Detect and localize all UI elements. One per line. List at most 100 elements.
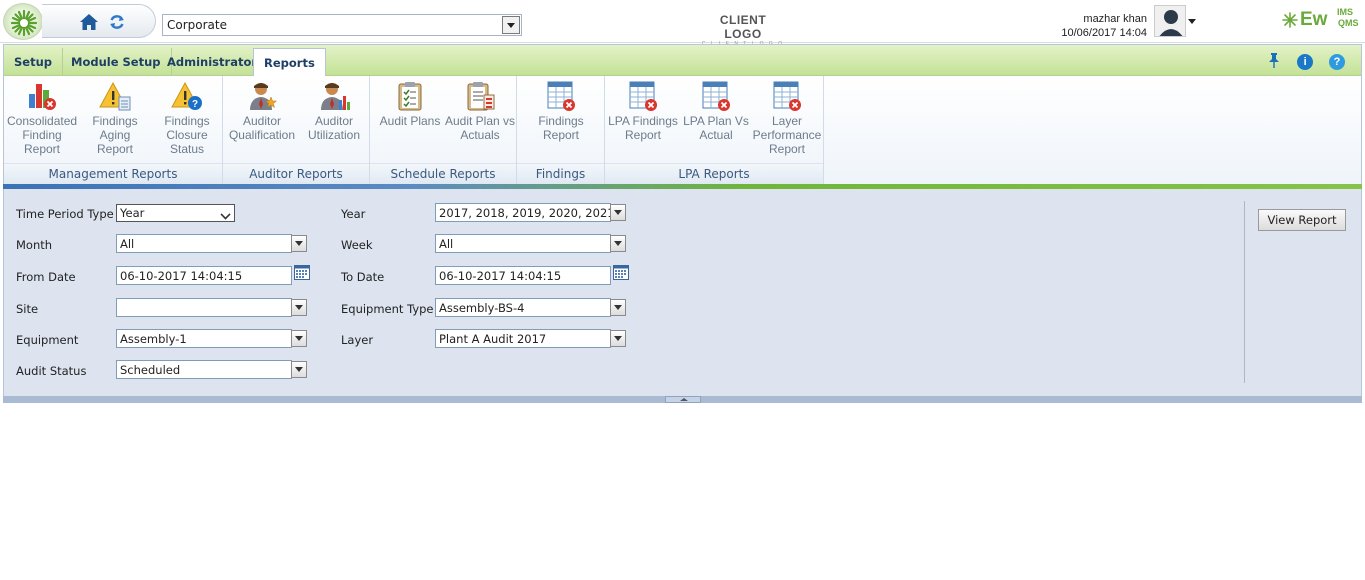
from-date-input[interactable]: 06-10-2017 14:04:15 <box>116 266 292 285</box>
tab-bar-icons: i ? <box>1255 52 1345 71</box>
chevron-down-icon[interactable] <box>502 16 520 34</box>
layer-performance-report-button[interactable]: Layer Performance Report <box>751 80 823 156</box>
grid-report-icon <box>702 81 730 111</box>
group-schedule-reports: Audit Plans Audit Plan vs Actuals Schedu… <box>370 76 517 185</box>
tab-bar: Setup Module Setup Administrator Reports… <box>4 45 1361 77</box>
week-value: All <box>439 237 454 251</box>
client-logo-text: CLIENT LOGO <box>719 13 767 41</box>
tab-reports[interactable]: Reports <box>253 48 326 77</box>
info-icon[interactable]: i <box>1297 53 1314 70</box>
plan-vs-actuals-label-1: Audit Plan vs <box>444 114 516 128</box>
from-date-value: 06-10-2017 14:04:15 <box>120 269 243 283</box>
auditor-utilization-button[interactable]: Auditor Utilization <box>299 80 369 142</box>
aging-label-1: Findings <box>92 114 138 128</box>
group-label-lpa-reports: LPA Reports <box>605 163 823 185</box>
view-report-button[interactable]: View Report <box>1258 209 1346 231</box>
month-dropdown-icon[interactable] <box>291 235 307 252</box>
audit-status-field[interactable]: Scheduled <box>116 360 292 379</box>
lpa-plan-vs-actual-button[interactable]: LPA Plan Vs Actual <box>681 80 751 142</box>
tab-module-setup[interactable]: Module Setup <box>61 48 172 76</box>
pin-icon[interactable] <box>1267 52 1281 71</box>
layer-field[interactable]: Plant A Audit 2017 <box>435 329 611 348</box>
calendar-icon[interactable] <box>613 265 629 280</box>
closure-label-3: Status <box>169 142 205 156</box>
layer-perf-label-1: Layer <box>771 114 803 128</box>
svg-text:?: ? <box>192 99 198 110</box>
user-name: mazhar khan <box>1083 13 1147 25</box>
group-label-schedule-reports: Schedule Reports <box>370 163 516 185</box>
audit-status-dropdown-icon[interactable] <box>291 361 307 378</box>
calendar-icon[interactable] <box>294 265 310 280</box>
equipment-type-field[interactable]: Assembly-BS-4 <box>435 298 611 317</box>
grid-report-icon <box>629 81 657 111</box>
layer-value: Plant A Audit 2017 <box>439 332 547 346</box>
group-label-management-reports: Management Reports <box>4 163 222 185</box>
equipment-field[interactable]: Assembly-1 <box>116 329 292 348</box>
consolidated-finding-report-button[interactable]: Consolidated Finding Report <box>7 80 77 156</box>
lpa-plan-label-2: Actual <box>699 128 733 142</box>
equipment-type-dropdown-icon[interactable] <box>610 299 626 316</box>
qualification-label-1: Auditor <box>242 114 282 128</box>
site-dropdown-icon[interactable] <box>291 299 307 316</box>
year-field[interactable]: 2017, 2018, 2019, 2020, 2021, <box>435 203 611 222</box>
auditor-qualification-button[interactable]: Auditor Qualification <box>227 80 297 142</box>
site-field[interactable] <box>116 298 292 317</box>
findings-report-button[interactable]: Findings Report <box>519 80 603 142</box>
top-bar: Corporate CLIENT LOGO C L I E N T L O G … <box>0 0 1365 47</box>
clipboard-report-icon <box>467 82 495 111</box>
brand-flower-icon <box>1282 12 1298 28</box>
closure-label-2: Closure <box>166 128 208 142</box>
refresh-icon[interactable] <box>109 14 125 33</box>
audit-plan-vs-actuals-button[interactable]: Audit Plan vs Actuals <box>444 80 516 142</box>
equipment-label: Equipment <box>16 333 79 347</box>
current-datetime: 10/06/2017 14:04 <box>1061 27 1147 39</box>
to-date-label: To Date <box>341 270 385 284</box>
user-menu-caret-icon[interactable] <box>1188 19 1196 24</box>
month-value: All <box>120 237 135 251</box>
ribbon-body: Consolidated Finding Report Findings Agi… <box>4 76 1361 201</box>
brand-ims-text: IMS <box>1337 7 1354 17</box>
month-field[interactable]: All <box>116 234 292 253</box>
findings-closure-status-button[interactable]: ? Findings Closure Status <box>152 80 222 156</box>
nav-pill <box>42 4 156 38</box>
layer-perf-label-2: Performance <box>752 128 822 142</box>
collapse-up-icon[interactable] <box>665 396 701 403</box>
audit-status-label: Audit Status <box>16 364 87 378</box>
user-info: mazhar khan 10/06/2017 14:04 <box>1061 12 1147 40</box>
time-period-type-select[interactable]: Year <box>116 204 235 222</box>
week-dropdown-icon[interactable] <box>610 235 626 252</box>
layer-dropdown-icon[interactable] <box>610 330 626 347</box>
tab-setup[interactable]: Setup <box>4 48 63 76</box>
year-dropdown-icon[interactable] <box>610 204 626 221</box>
equipment-dropdown-icon[interactable] <box>291 330 307 347</box>
panel-divider <box>1244 201 1245 383</box>
to-date-input[interactable]: 06-10-2017 14:04:15 <box>435 266 611 285</box>
auditor-chart-icon <box>321 83 350 110</box>
time-period-type-label: Time Period Type <box>16 207 114 221</box>
findings-report-label: Findings Report <box>538 114 584 142</box>
time-period-type-value: Year <box>120 206 145 220</box>
lpa-findings-report-button[interactable]: LPA Findings Report <box>607 80 679 142</box>
tab-administrator[interactable]: Administrator <box>157 48 269 76</box>
help-icon[interactable]: ? <box>1329 53 1345 70</box>
plan-vs-actuals-label-2: Actuals <box>460 128 500 142</box>
equipment-type-label: Equipment Type <box>341 302 434 316</box>
year-label: Year <box>341 207 366 221</box>
auditor-star-icon <box>250 83 278 110</box>
to-date-value: 06-10-2017 14:04:15 <box>439 269 562 283</box>
audit-plans-button[interactable]: Audit Plans <box>375 80 445 128</box>
week-field[interactable]: All <box>435 234 611 253</box>
group-auditor-reports: Auditor Qualification Auditor Utilizatio… <box>223 76 370 185</box>
consolidated-label-1: Consolidated <box>7 114 78 128</box>
brand-main-text: Ew <box>1300 9 1328 30</box>
equipment-type-value: Assembly-BS-4 <box>439 301 525 315</box>
lpa-findings-label-1: LPA Findings <box>608 114 678 128</box>
avatar[interactable] <box>1154 5 1186 37</box>
layer-perf-label-3: Report <box>768 142 806 156</box>
group-findings-report: Findings Report Findings Report <box>517 76 605 201</box>
group-lpa-reports: LPA Findings Report LPA Plan Vs Actual L… <box>605 76 824 185</box>
findings-aging-report-button[interactable]: Findings Aging Report <box>80 80 150 156</box>
home-icon[interactable] <box>79 13 99 34</box>
company-select[interactable]: Corporate <box>162 14 522 36</box>
app-logo-icon[interactable] <box>3 3 43 40</box>
